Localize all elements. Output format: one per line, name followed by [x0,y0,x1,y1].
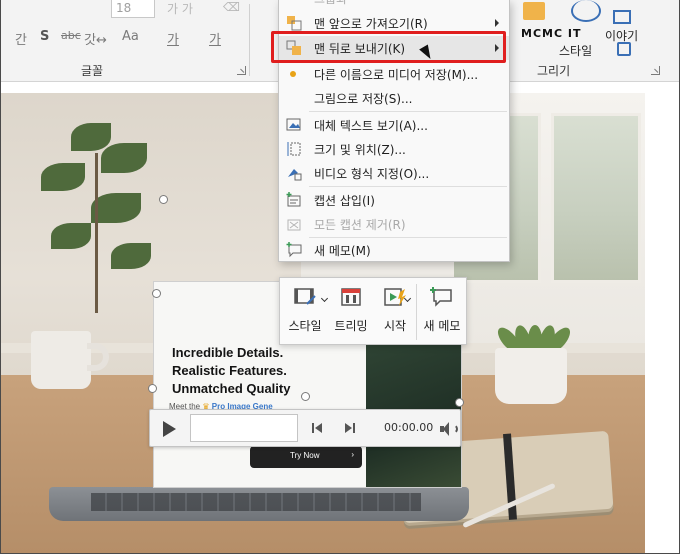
char-spacing-button[interactable]: 갓↔ [84,29,107,48]
bring-to-front-icon [287,16,302,31]
volume-icon[interactable] [440,422,458,436]
menu-item-label: 모든 캡션 제거(R) [314,218,406,232]
insert-captions-icon [286,192,301,207]
clear-format-icon[interactable]: ⌫ [223,0,240,14]
format-video-icon [288,169,302,181]
menu-item-label: 맨 앞으로 가져오기(R) [314,17,428,31]
video-style-icon [294,288,316,305]
drawing-dialog-launcher-icon[interactable] [651,66,660,75]
submenu-arrow-icon [495,19,499,27]
menu-item-remove-all-captions: 모든 캡션 제거(R) [279,212,509,236]
play-icon[interactable] [163,421,176,437]
underline-button[interactable]: 간 [15,29,27,48]
highlight-annotation-box [271,31,506,63]
headline-line-1: Incredible Details. [172,345,284,360]
mug-handle [87,343,109,371]
start-label: 시작 [383,319,407,333]
new-comment-icon [430,287,452,307]
headline-line-2: Realistic Features. [172,363,287,378]
trim-icon [341,288,361,306]
group-divider [249,4,250,76]
style-label: 스타일 [288,319,322,333]
trim-button[interactable]: 트리밍 [330,278,372,346]
menu-item-size-position[interactable]: 크기 및 위치(Z)... [279,137,509,161]
menu-item-save-as-picture[interactable]: 그림으로 저장(S)... [279,86,509,110]
resize-handle-bottom-right[interactable] [455,398,464,407]
chevron-down-icon [320,294,329,303]
brush-icon[interactable] [571,0,601,22]
menu-separator [309,186,507,187]
highlight-color-button[interactable]: 가 [167,29,179,48]
skip-forward-icon[interactable] [343,423,355,433]
start-button[interactable]: 시작 [376,278,414,346]
menu-item-label: 캡션 삽입(I) [314,194,375,208]
menu-item-insert-captions[interactable]: 캡션 삽입(I) [279,188,509,212]
resize-handle-top-left[interactable] [159,195,168,204]
menu-item-label: 다른 이름으로 미디어 저장(M)... [314,68,479,82]
mini-toolbar-separator [416,284,417,340]
shape-fill-icon[interactable] [613,10,631,24]
menu-item-label: 그림으로 저장(S)... [314,92,413,106]
alt-text-icon [286,118,301,131]
font-dialog-launcher-icon[interactable] [237,66,246,75]
font-size-box[interactable]: 18 [111,0,155,18]
mug-image [31,331,91,389]
ribbon-ghost-text: 가 가 [167,2,193,16]
headline-line-3: Unmatched Quality [172,381,291,396]
plant-pot [495,348,567,404]
menu-separator [309,111,507,112]
cta-label: Try Now [290,451,320,460]
menu-item-label: 그룹화 [314,0,347,7]
new-comment-button[interactable]: 새 메모 [418,278,466,346]
new-comment-icon [286,242,302,258]
menu-item-format-video[interactable]: 비디오 형식 지정(O)... [279,161,509,185]
start-play-icon [384,288,406,306]
drawing-group-label: 그리기 [537,64,571,78]
overlay-logo-text: MCMC IT [521,27,582,40]
remove-captions-icon [287,219,301,231]
shadow-button[interactable]: S [40,29,49,44]
menu-item-label: 대체 텍스트 보기(A)... [314,119,428,133]
resize-handle-bottom[interactable] [301,392,310,401]
save-media-icon [290,71,296,77]
timecode: 00:00.00 [384,421,434,434]
resize-handle-bottom-left[interactable] [148,384,157,393]
menu-item-hidden-top: 그룹화 [279,0,509,10]
new-comment-label: 새 메모 [423,319,461,333]
quick-style-label[interactable]: 스타일 [559,42,592,59]
seek-bar[interactable] [190,414,298,442]
menu-item-new-comment[interactable]: 새 메모(M) [279,238,509,262]
resize-handle-left[interactable] [152,289,161,298]
trim-label: 트리밍 [334,319,368,333]
media-controls: 00:00.00 [149,409,461,447]
video-headline: Incredible Details. Realistic Features. … [172,344,290,398]
change-case-button[interactable]: Aa [122,29,139,44]
window-pane [551,113,641,283]
menu-item-label: 새 메모(M) [314,244,371,258]
chevron-right-icon: › [351,450,354,459]
ribbon-right-area: MCMC IT 이야기 스타일 그리기 [513,0,679,80]
laptop-keyboard [91,493,421,511]
arrange-icon[interactable] [523,2,545,20]
mini-toolbar: 스타일 트리밍 시작 새 메모 [279,277,467,345]
size-position-icon [287,142,301,156]
font-color-button[interactable]: 가 [209,29,221,48]
menu-item-save-media-as[interactable]: 다른 이름으로 미디어 저장(M)... [279,62,509,86]
style-button[interactable]: 스타일 [284,278,329,346]
menu-item-view-alt-text[interactable]: 대체 텍스트 보기(A)... [279,113,509,137]
menu-item-label: 비디오 형식 지정(O)... [314,167,430,181]
menu-item-label: 크기 및 위치(Z)... [314,143,406,157]
font-group-label: 글꼴 [81,64,104,78]
shape-effects-icon[interactable] [617,42,631,56]
skip-back-icon[interactable] [312,423,324,433]
video-cta-button: Try Now › [250,446,362,468]
strikethrough-button[interactable]: abc [61,29,81,42]
